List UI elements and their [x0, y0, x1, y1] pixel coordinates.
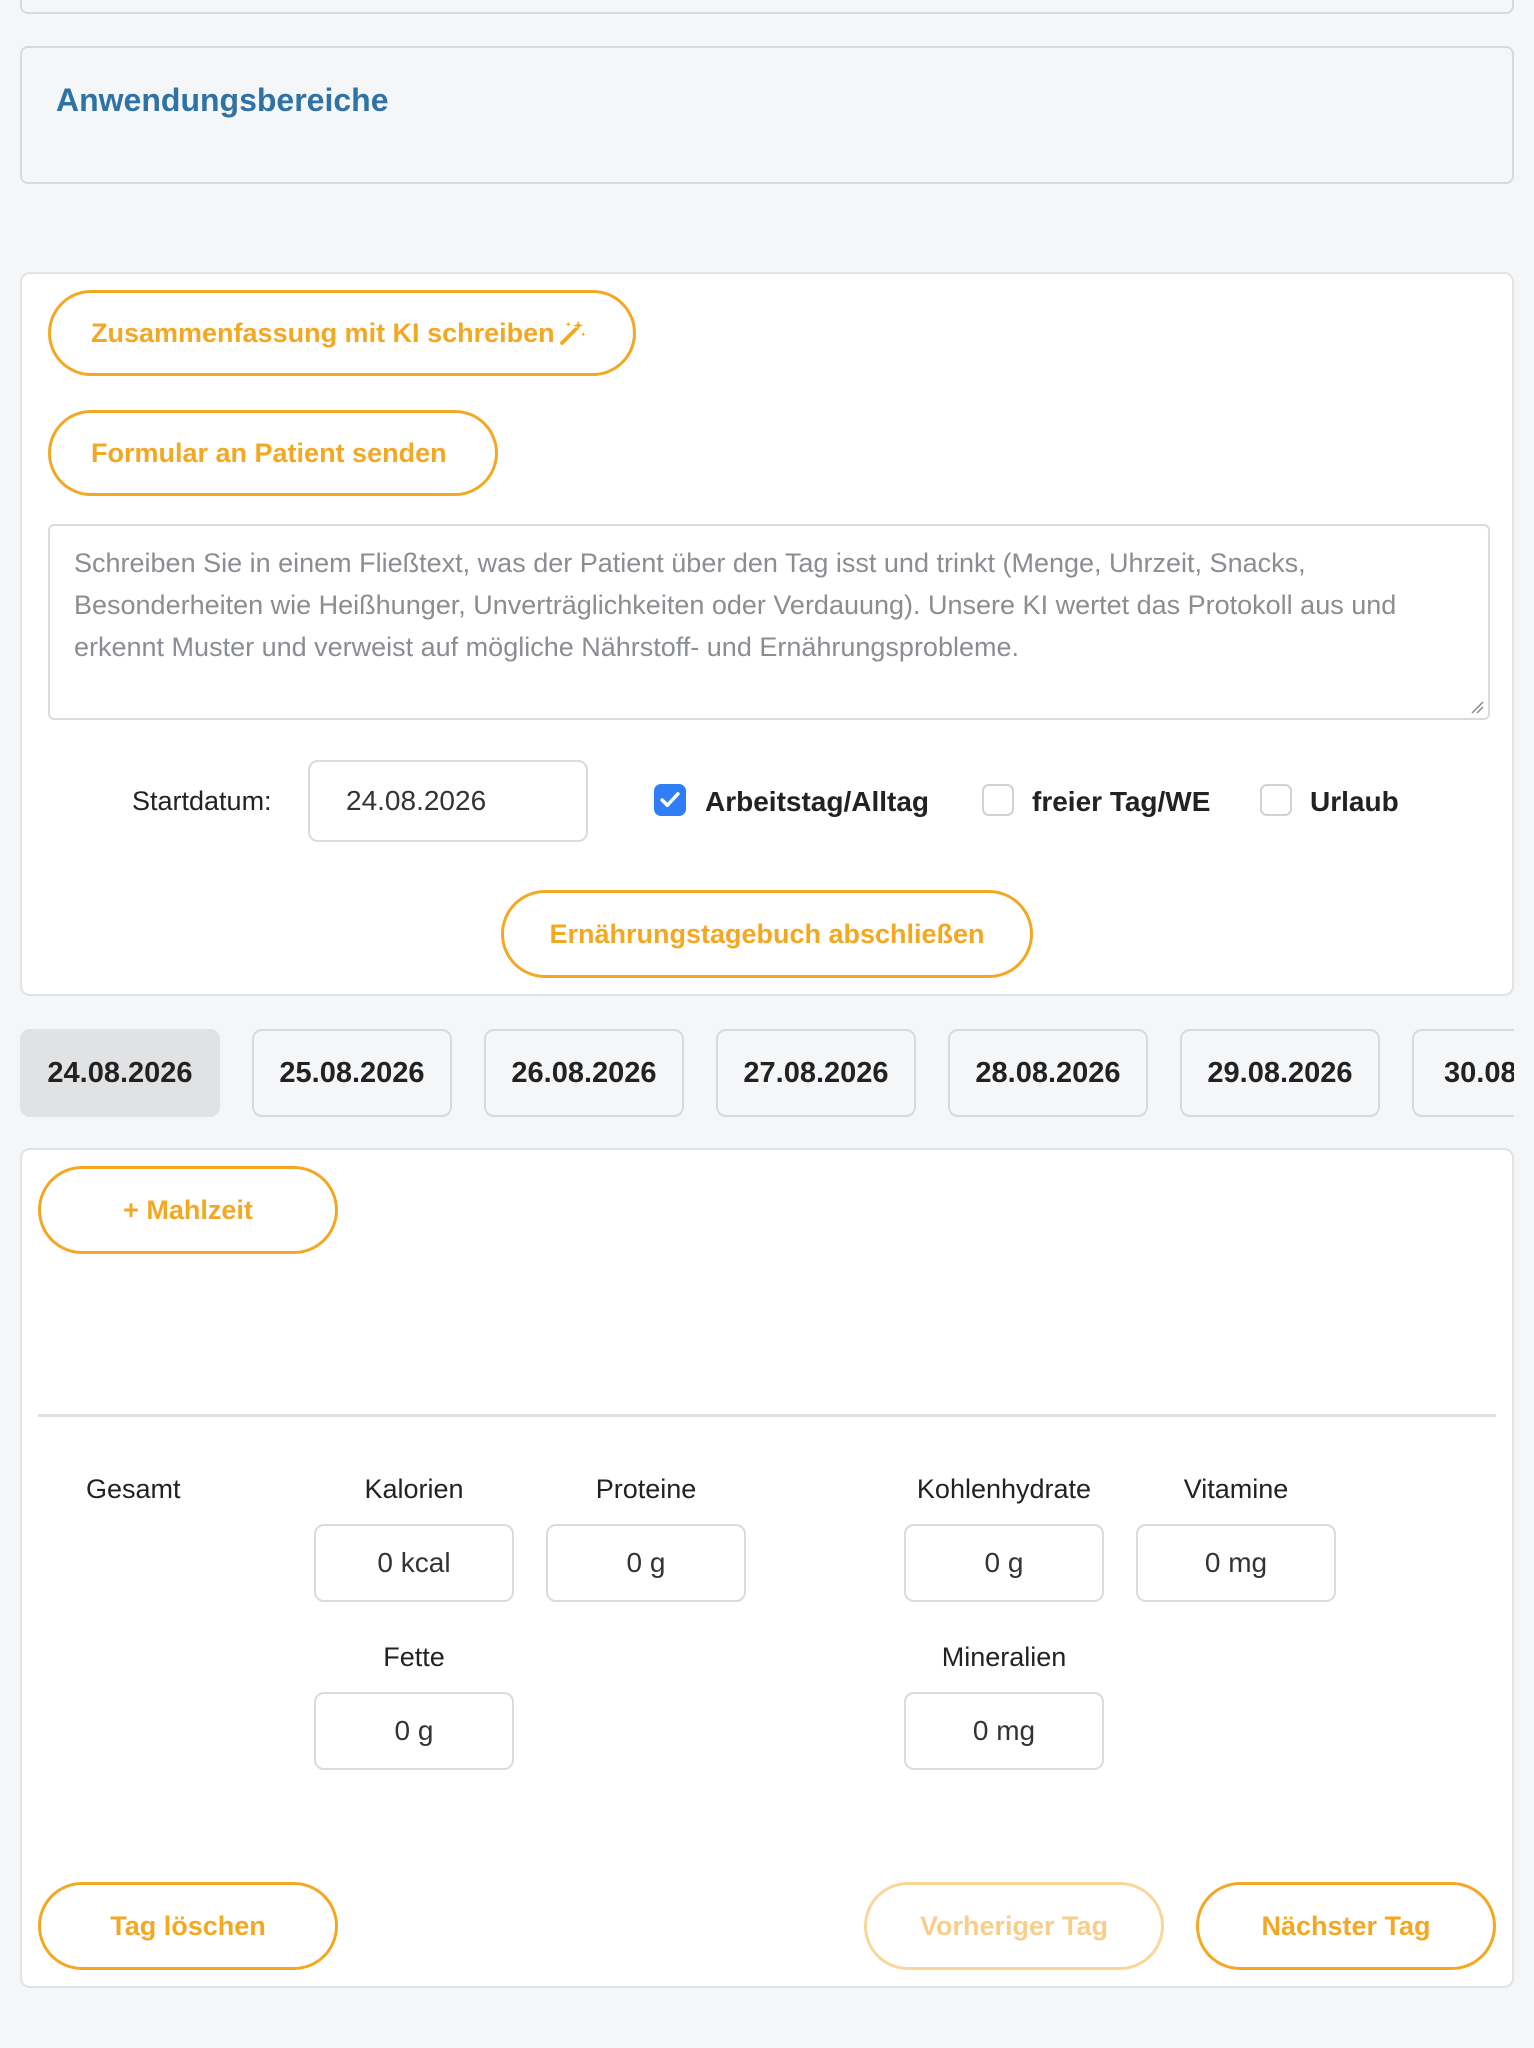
next-day-button[interactable]: Nächster Tag — [1196, 1882, 1496, 1970]
date-tab-3[interactable]: 27.08.2026 — [716, 1029, 916, 1117]
ai-summary-button[interactable]: Zusammenfassung mit KI schreiben — [48, 290, 636, 376]
send-form-button[interactable]: Formular an Patient senden — [48, 410, 498, 496]
fats-label: Fette — [383, 1642, 445, 1672]
protocol-placeholder: Schreiben Sie in einem Fließtext, was de… — [74, 548, 1397, 662]
delete-day-button[interactable]: Tag löschen — [38, 1882, 338, 1970]
minerals-label: Mineralien — [941, 1642, 1067, 1672]
label-vacation[interactable]: Urlaub — [1310, 786, 1399, 818]
vitamins-value: 0 mg — [1136, 1524, 1336, 1602]
add-meal-button[interactable]: + Mahlzeit — [38, 1166, 338, 1254]
checkbox-workday[interactable] — [654, 784, 686, 816]
previous-section-edge — [20, 0, 1514, 14]
vitamins-label: Vitamine — [1183, 1474, 1289, 1504]
ai-protocol-card: Zusammenfassung mit KI schreiben Formula… — [20, 272, 1514, 996]
start-date-input[interactable]: 24.08.2026 — [308, 760, 588, 842]
checkmark-icon — [660, 792, 680, 807]
application-areas-section[interactable]: Anwendungsbereiche — [20, 46, 1514, 184]
ai-summary-label: Zusammenfassung mit KI schreiben — [91, 317, 555, 348]
proteins-label: Proteine — [595, 1474, 697, 1504]
start-date-label: Startdatum: — [132, 786, 272, 816]
date-tab-6[interactable]: 30.08 — [1412, 1029, 1514, 1117]
date-tab-1[interactable]: 25.08.2026 — [252, 1029, 452, 1117]
proteins-value: 0 g — [546, 1524, 746, 1602]
section-title: Anwendungsbereiche — [56, 82, 389, 118]
calories-value: 0 kcal — [314, 1524, 514, 1602]
checkbox-vacation[interactable] — [1260, 784, 1292, 816]
date-tab-4[interactable]: 28.08.2026 — [948, 1029, 1148, 1117]
fats-value: 0 g — [314, 1692, 514, 1770]
divider — [38, 1414, 1496, 1417]
date-tab-5[interactable]: 29.08.2026 — [1180, 1029, 1380, 1117]
label-workday[interactable]: Arbeitstag/Alltag — [705, 786, 929, 818]
carbs-value: 0 g — [904, 1524, 1104, 1602]
label-day-off[interactable]: freier Tag/WE — [1032, 786, 1210, 818]
calories-label: Kalorien — [364, 1474, 464, 1504]
resize-grip-icon[interactable] — [1470, 700, 1484, 714]
carbs-label: Kohlenhydrate — [916, 1474, 1092, 1504]
checkbox-day-off[interactable] — [982, 784, 1014, 816]
finish-diary-button[interactable]: Ernährungstagebuch abschließen — [501, 890, 1033, 978]
date-tab-0[interactable]: 24.08.2026 — [20, 1029, 220, 1117]
previous-day-button[interactable]: Vorheriger Tag — [864, 1882, 1164, 1970]
date-tab-2[interactable]: 26.08.2026 — [484, 1029, 684, 1117]
minerals-value: 0 mg — [904, 1692, 1104, 1770]
magic-wand-icon — [559, 320, 586, 345]
protocol-textarea[interactable]: Schreiben Sie in einem Fließtext, was de… — [48, 524, 1490, 720]
totals-label: Gesamt — [86, 1474, 181, 1504]
